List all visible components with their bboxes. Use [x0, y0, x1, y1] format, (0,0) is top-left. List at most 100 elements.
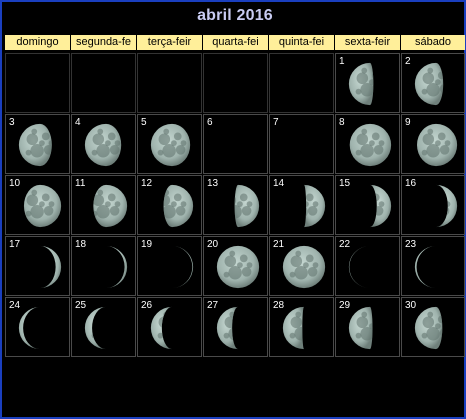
- moon-crater: [224, 255, 237, 267]
- day-cell[interactable]: 15: [335, 175, 400, 235]
- moon-crater: [228, 327, 238, 341]
- moon-crater: [370, 201, 375, 207]
- moon-phase-icon: [18, 123, 52, 167]
- day-cell[interactable]: 14: [269, 175, 334, 235]
- moon-crater: [439, 206, 450, 216]
- day-cell[interactable]: 16: [401, 175, 465, 235]
- day-grid: 1 2 3 4 5 6 7 8 9 10 11 12 13 14 15 16 17 18 19 20 21 22 23 24 2…: [5, 53, 465, 357]
- moon-crater: [313, 323, 319, 329]
- moon-crater: [307, 206, 318, 216]
- moon-phase-icon: [150, 123, 191, 167]
- moon-crater: [247, 323, 253, 329]
- moon-crater: [246, 201, 253, 207]
- day-cell[interactable]: 6: [203, 114, 268, 174]
- moon-crater: [26, 133, 39, 145]
- moon-crater: [234, 189, 236, 196]
- moon-crater: [289, 271, 296, 278]
- moon-crater: [295, 250, 302, 257]
- day-cell[interactable]: 4: [71, 114, 136, 174]
- moon-crater: [306, 316, 314, 324]
- weekday-monday: segunda-fe: [71, 35, 136, 50]
- moon-phase-icon: [93, 184, 128, 228]
- moon-lit-area: [216, 306, 238, 350]
- weekday-thursday: quinta-fei: [269, 35, 334, 50]
- moon-phase-icon: [172, 245, 194, 289]
- moon-crater: [438, 255, 446, 263]
- moon-crater: [427, 128, 434, 135]
- moon-crater: [439, 328, 443, 338]
- moon-crater: [180, 201, 187, 207]
- day-number: 2: [405, 56, 411, 67]
- moon-crater: [162, 144, 176, 158]
- moon-crater: [304, 205, 308, 219]
- moon-phase-icon: [40, 245, 62, 289]
- day-cell[interactable]: 24: [5, 297, 70, 357]
- moon-crater: [427, 67, 434, 74]
- moon-lit-area: [106, 245, 128, 289]
- day-cell[interactable]: 11: [71, 175, 136, 235]
- moon-crater: [173, 193, 182, 202]
- moon-crater: [180, 262, 187, 268]
- day-cell[interactable]: 29: [335, 297, 400, 357]
- moon-crater: [356, 316, 369, 328]
- moon-crater: [39, 201, 45, 207]
- day-cell[interactable]: 8: [335, 114, 400, 174]
- moon-crater: [105, 323, 106, 329]
- day-cell[interactable]: 12: [137, 175, 202, 235]
- moon-crater: [171, 323, 172, 329]
- day-cell[interactable]: 2: [401, 53, 465, 113]
- day-cell[interactable]: 22: [335, 236, 400, 296]
- moon-lit-area: [414, 245, 436, 289]
- day-cell[interactable]: 30: [401, 297, 465, 357]
- moon-phase-icon: [216, 306, 253, 350]
- moon-crater: [44, 328, 54, 338]
- day-cell[interactable]: 13: [203, 175, 268, 235]
- moon-crater: [360, 83, 374, 97]
- moon-crater: [114, 201, 121, 207]
- moon-phase-icon: [416, 123, 458, 167]
- moon-crater: [30, 205, 44, 219]
- moon-lit-area: [172, 245, 194, 289]
- day-cell[interactable]: 18: [71, 236, 136, 296]
- moon-crater: [422, 72, 435, 84]
- moon-crater: [373, 145, 384, 155]
- day-cell[interactable]: 10: [5, 175, 70, 235]
- moon-crater: [48, 140, 52, 146]
- moon-crater: [237, 201, 243, 207]
- moon-crater: [48, 201, 55, 207]
- day-cell[interactable]: 28: [269, 297, 334, 357]
- day-cell[interactable]: 1: [335, 53, 400, 113]
- moon-phase-icon: [370, 184, 392, 228]
- moon-crater: [31, 311, 38, 318]
- moon-crater: [444, 201, 451, 207]
- moon-crater: [361, 311, 368, 318]
- moon-crater: [224, 211, 230, 217]
- moon-crater: [426, 83, 440, 97]
- moon-crater: [356, 255, 369, 267]
- moon-phase-icon: [414, 62, 444, 106]
- day-cell[interactable]: 9: [401, 114, 465, 174]
- day-cell[interactable]: 19: [137, 236, 202, 296]
- day-cell[interactable]: 20: [203, 236, 268, 296]
- moon-crater: [91, 332, 98, 339]
- day-cell[interactable]: 21: [269, 236, 334, 296]
- day-cell[interactable]: 27: [203, 297, 268, 357]
- day-cell[interactable]: 5: [137, 114, 202, 174]
- moon-crater: [312, 201, 319, 207]
- day-cell[interactable]: 23: [401, 236, 465, 296]
- moon-crater: [114, 140, 121, 146]
- moon-crater: [295, 311, 302, 318]
- moon-crater: [374, 84, 384, 94]
- day-cell[interactable]: 26: [137, 297, 202, 357]
- moon-crater: [25, 210, 32, 217]
- moon-crater: [157, 332, 164, 339]
- moon-crater: [239, 254, 248, 263]
- moon-crater: [172, 262, 177, 268]
- moon-crater: [93, 210, 98, 217]
- day-cell[interactable]: 3: [5, 114, 70, 174]
- day-cell[interactable]: 17: [5, 236, 70, 296]
- moon-crater: [435, 140, 441, 146]
- moon-crater: [97, 189, 104, 196]
- day-cell[interactable]: 25: [71, 297, 136, 357]
- day-cell[interactable]: 7: [269, 114, 334, 174]
